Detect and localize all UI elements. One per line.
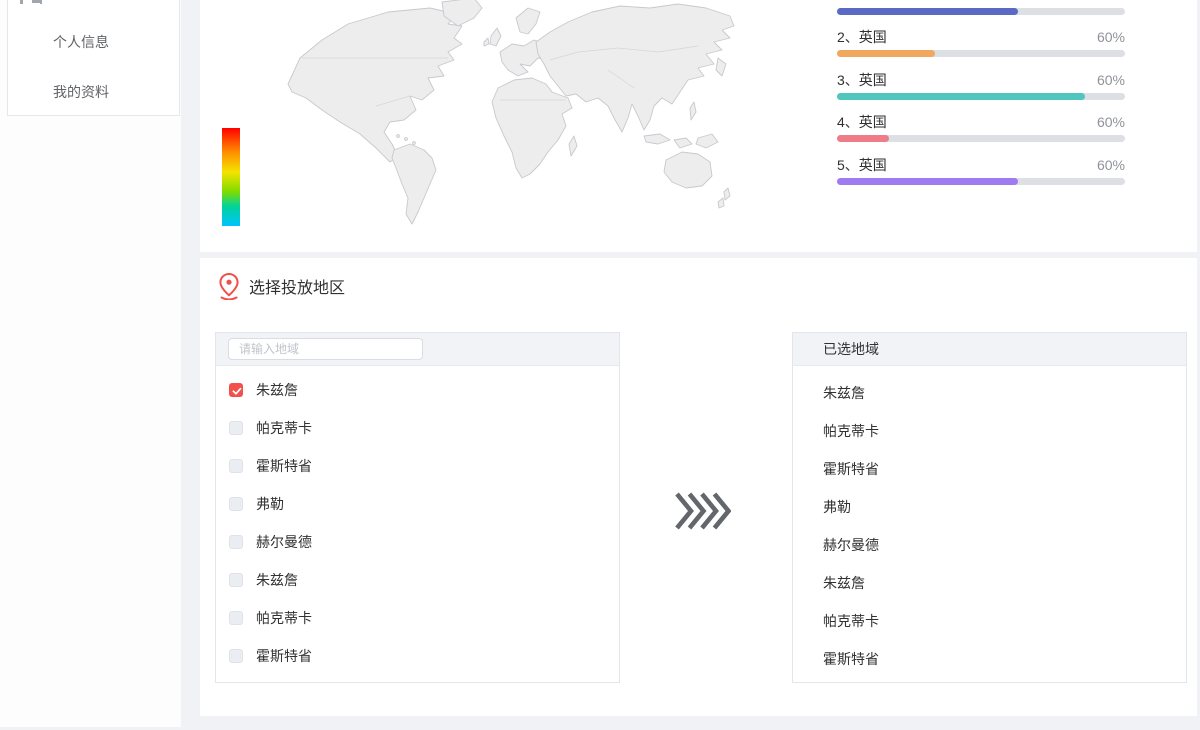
ranking-label: 4、英国 (837, 114, 887, 130)
checkbox[interactable] (229, 573, 243, 587)
ranking-label: 3、英国 (837, 72, 887, 88)
region-picker-card: 选择投放地区 朱兹詹 帕克蒂卡 霍斯特省 (200, 258, 1197, 716)
region-label: 朱兹詹 (256, 380, 298, 400)
clipped-menu-text-fragment (40, 0, 42, 4)
ranking-label: 2、英国 (837, 29, 887, 45)
transfer-arrows-icon[interactable] (675, 492, 731, 530)
location-pin-icon (217, 272, 241, 300)
selected-region-item: 帕克蒂卡 (793, 602, 1186, 640)
ranking-bar-fill (837, 50, 935, 57)
ranking-bar-fill (837, 93, 1085, 100)
region-label: 帕克蒂卡 (823, 611, 879, 631)
ranking-percent: 60% (1097, 28, 1125, 46)
section-title: 选择投放地区 (249, 274, 345, 298)
source-region-item[interactable]: 帕克蒂卡 (216, 409, 619, 447)
ranking-bar-fill (837, 8, 1018, 15)
ranking-row: 4、英国 60% (837, 113, 1125, 155)
ranking-row: 2、英国 60% (837, 28, 1125, 70)
selected-region-item: 霍斯特省 (793, 640, 1186, 678)
region-label: 霍斯特省 (823, 459, 879, 479)
ranking-list: 2、英国 60% 3、英国 60% 4、英国 60% 5、英国 60% (837, 0, 1125, 252)
clipped-menu-text-fragment (20, 0, 23, 4)
source-region-item[interactable]: 朱兹詹 (216, 371, 619, 409)
region-label: 霍斯特省 (256, 456, 312, 476)
selected-region-panel: 已选地域 朱兹詹 帕克蒂卡 霍斯特省 弗勒 赫尔曼德 朱兹詹 帕克蒂卡 霍斯特省 (792, 332, 1187, 683)
region-label: 朱兹詹 (823, 573, 865, 593)
ranking-row: 3、英国 60% (837, 71, 1125, 113)
selected-region-item: 帕克蒂卡 (793, 412, 1186, 450)
region-label: 朱兹詹 (256, 570, 298, 590)
ranking-bar-fill (837, 178, 1018, 185)
world-map (278, 0, 736, 232)
ranking-row: 5、英国 60% (837, 156, 1125, 198)
region-search-input[interactable] (228, 338, 423, 360)
source-region-panel: 朱兹詹 帕克蒂卡 霍斯特省 弗勒 赫尔曼德 (215, 332, 620, 683)
region-label: 赫尔曼德 (823, 535, 879, 555)
region-label: 弗勒 (256, 494, 284, 514)
checkbox[interactable] (229, 535, 243, 549)
source-region-item[interactable]: 赫尔曼德 (216, 523, 619, 561)
ranking-bar-track (837, 8, 1125, 15)
source-region-item[interactable]: 朱兹詹 (216, 561, 619, 599)
checkbox[interactable] (229, 497, 243, 511)
ranking-percent: 60% (1097, 156, 1125, 174)
checkbox[interactable] (229, 611, 243, 625)
ranking-bar-track (837, 93, 1125, 100)
selected-region-list: 朱兹詹 帕克蒂卡 霍斯特省 弗勒 赫尔曼德 朱兹詹 帕克蒂卡 霍斯特省 (793, 366, 1186, 678)
source-region-item[interactable]: 霍斯特省 (216, 637, 619, 675)
checkbox[interactable] (229, 649, 243, 663)
source-region-list: 朱兹詹 帕克蒂卡 霍斯特省 弗勒 赫尔曼德 (216, 366, 619, 675)
selected-region-item: 霍斯特省 (793, 450, 1186, 488)
sidebar-item-personal-info[interactable]: 个人信息 (8, 23, 179, 61)
ranking-row (837, 0, 1125, 28)
section-header: 选择投放地区 (217, 272, 345, 300)
source-region-item[interactable]: 弗勒 (216, 485, 619, 523)
ranking-bar-track (837, 50, 1125, 57)
source-panel-header (216, 333, 619, 366)
region-label: 帕克蒂卡 (256, 608, 312, 628)
ranking-label: 5、英国 (837, 157, 887, 173)
source-region-item[interactable]: 霍斯特省 (216, 447, 619, 485)
ranking-percent: 60% (1097, 71, 1125, 89)
selected-panel-title: 已选地域 (823, 339, 879, 359)
region-label: 帕克蒂卡 (823, 421, 879, 441)
region-label: 帕克蒂卡 (256, 418, 312, 438)
left-column: 个人信息 我的资料 (0, 0, 181, 727)
region-label: 朱兹詹 (823, 383, 865, 403)
ranking-percent: 60% (1097, 113, 1125, 131)
sidebar-item-label: 我的资料 (53, 82, 109, 102)
ranking-bar-fill (837, 135, 889, 142)
ranking-bar-track (837, 178, 1125, 185)
sidebar-item-my-profile[interactable]: 我的资料 (8, 73, 179, 111)
checkbox[interactable] (229, 383, 243, 397)
map-ranking-card: 2、英国 60% 3、英国 60% 4、英国 60% 5、英国 60% (200, 0, 1197, 252)
region-label: 霍斯特省 (256, 646, 312, 666)
sidebar: 个人信息 我的资料 (7, 0, 180, 116)
checkbox[interactable] (229, 459, 243, 473)
sidebar-item-label: 个人信息 (53, 32, 109, 52)
source-region-item[interactable]: 帕克蒂卡 (216, 599, 619, 637)
region-label: 弗勒 (823, 497, 851, 517)
selected-panel-header: 已选地域 (793, 333, 1186, 366)
heat-legend (222, 128, 240, 226)
selected-region-item: 朱兹詹 (793, 564, 1186, 602)
selected-region-item: 赫尔曼德 (793, 526, 1186, 564)
world-map-svg (278, 0, 736, 232)
check-icon (230, 384, 244, 398)
selected-region-item: 朱兹詹 (793, 374, 1186, 412)
region-label: 赫尔曼德 (256, 532, 312, 552)
region-label: 霍斯特省 (823, 649, 879, 669)
checkbox[interactable] (229, 421, 243, 435)
selected-region-item: 弗勒 (793, 488, 1186, 526)
ranking-bar-track (837, 135, 1125, 142)
